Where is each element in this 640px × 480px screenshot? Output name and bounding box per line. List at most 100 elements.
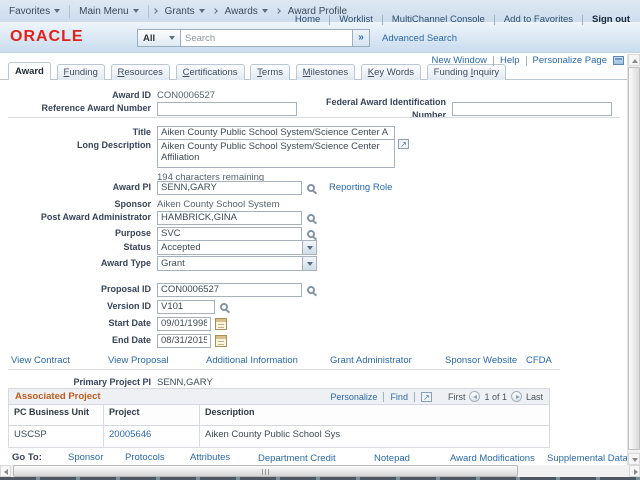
scroll-right-icon[interactable] (629, 465, 640, 477)
goto-notepad-link[interactable]: Notepad (374, 453, 410, 464)
search-scope-dropdown[interactable]: All (137, 29, 181, 47)
first-label[interactable]: First (448, 392, 466, 402)
award-pi-lookup-icon[interactable] (307, 183, 315, 192)
cfda-link[interactable]: CFDA (526, 355, 552, 366)
goto-department-credit-link[interactable]: Department Credit (258, 453, 336, 464)
personalize-link[interactable]: Personalize (330, 392, 377, 402)
scroll-left-icon[interactable] (0, 465, 11, 477)
vertical-scrollbar[interactable] (627, 54, 640, 465)
end-date-label: End Date (111, 335, 151, 345)
reference-award-number-field[interactable] (157, 101, 297, 116)
goto-supplemental-data-link[interactable]: Supplemental Data (547, 453, 628, 464)
horizontal-scrollbar[interactable] (0, 465, 640, 477)
main-menu[interactable]: Main Menu (70, 0, 147, 22)
version-id-row: Version ID (0, 299, 228, 314)
expand-popup-icon[interactable]: ↗ (398, 139, 409, 149)
version-id-field[interactable] (157, 299, 215, 314)
divider (582, 14, 583, 25)
purpose-field[interactable] (157, 226, 302, 241)
section-divider (8, 369, 560, 370)
award-type-row: Award Type Grant (0, 256, 317, 271)
new-window-link[interactable]: New Window (432, 55, 487, 66)
breadcrumb-arrow-icon (151, 8, 158, 14)
title-field[interactable] (157, 125, 395, 140)
home-link[interactable]: Home (295, 14, 320, 25)
tab-certifications[interactable]: Certifications (175, 64, 245, 80)
goto-attributes-link[interactable]: Attributes (190, 452, 230, 463)
tab-resources[interactable]: Resources (110, 64, 170, 80)
grant-administrator-link[interactable]: Grant Administrator (330, 355, 412, 366)
view-contract-link[interactable]: View Contract (11, 355, 70, 366)
post-award-administrator-row: Post Award Administrator (0, 210, 315, 225)
previous-row-icon[interactable] (469, 391, 481, 402)
start-date-field[interactable] (157, 316, 211, 331)
long-description-field[interactable]: Aiken County Public School System/Scienc… (157, 139, 395, 168)
search-go-icon[interactable]: » (353, 29, 370, 47)
reference-federal-row: Reference Award Number Federal Award Ide… (0, 97, 612, 120)
version-id-lookup-icon[interactable] (220, 302, 228, 311)
proposal-id-field[interactable] (157, 282, 302, 297)
tab-key-words[interactable]: Key Words (360, 64, 422, 80)
find-link[interactable]: Find (390, 392, 408, 402)
goto-protocols-link[interactable]: Protocols (125, 452, 165, 463)
next-row-icon[interactable] (510, 391, 522, 402)
scroll-up-icon[interactable] (628, 54, 640, 66)
multichannel-console-link[interactable]: MultiChannel Console (392, 14, 485, 25)
search-input[interactable] (181, 29, 353, 47)
award-id-value: CON0006527 (157, 90, 216, 101)
tab-award[interactable]: Award (8, 62, 51, 80)
post-award-administrator-label: Post Award Administrator (40, 212, 151, 222)
purpose-lookup-icon[interactable] (307, 229, 315, 238)
divider (147, 4, 149, 18)
award-type-dropdown[interactable]: Grant (157, 256, 317, 271)
end-date-field[interactable] (157, 333, 211, 348)
reporting-role-link[interactable]: Reporting Role (329, 182, 392, 193)
chevron-down-icon (132, 9, 139, 13)
tab-milestones[interactable]: Milestones (295, 64, 356, 80)
view-proposal-link[interactable]: View Proposal (108, 355, 169, 366)
vertical-scroll-thumb[interactable] (628, 67, 640, 450)
proposal-id-row: Proposal ID (0, 282, 315, 297)
personalize-layout-icon[interactable] (613, 56, 624, 65)
tab-terms[interactable]: Terms (250, 64, 291, 80)
grid-title-bar: Associated Project Personalize Find ↗ Fi… (8, 388, 550, 405)
last-label[interactable]: Last (526, 392, 543, 402)
help-link[interactable]: Help (500, 55, 520, 66)
horizontal-scroll-thumb[interactable] (13, 465, 518, 477)
add-to-favorites-link[interactable]: Add to Favorites (504, 14, 573, 25)
goto-award-modifications-link[interactable]: Award Modifications (450, 453, 535, 464)
start-date-calendar-icon[interactable] (215, 317, 227, 330)
federal-award-id-field[interactable] (452, 101, 612, 116)
scroll-down-icon[interactable] (628, 453, 640, 465)
worklist-link[interactable]: Worklist (339, 14, 373, 25)
zoom-grid-icon[interactable]: ↗ (420, 391, 432, 402)
post-award-administrator-field[interactable] (157, 210, 302, 225)
favorites-menu[interactable]: Favorites (0, 0, 69, 22)
favorites-label: Favorites (9, 5, 51, 17)
personalize-page-link[interactable]: Personalize Page (533, 55, 607, 66)
breadcrumb-awards[interactable]: Awards (221, 0, 272, 22)
search-scope-value: All (143, 32, 156, 44)
goto-sponsor-link[interactable]: Sponsor (68, 452, 103, 463)
additional-information-link[interactable]: Additional Information (206, 355, 298, 366)
oracle-logo: ORACLE (10, 28, 84, 45)
advanced-search-link[interactable]: Advanced Search (382, 33, 457, 44)
purpose-label: Purpose (114, 228, 151, 238)
project-link[interactable]: 20005646 (109, 429, 151, 440)
reference-award-number-label: Reference Award Number (41, 103, 151, 113)
divider (493, 14, 495, 25)
post-award-administrator-lookup-icon[interactable] (307, 213, 315, 222)
divider (383, 391, 385, 402)
page-bar: New Window Help Personalize Page (432, 55, 624, 66)
sign-out-link[interactable]: Sign out (592, 14, 630, 25)
tab-funding-inquiry[interactable]: Funding Inquiry (426, 64, 507, 80)
tab-funding[interactable]: Funding (56, 64, 105, 80)
sponsor-website-link[interactable]: Sponsor Website (445, 355, 517, 366)
end-date-calendar-icon[interactable] (215, 334, 227, 347)
col-project: Project (103, 404, 200, 426)
award-type-label: Award Type (100, 258, 151, 268)
breadcrumb-grants[interactable]: Grants (161, 0, 209, 22)
proposal-id-lookup-icon[interactable] (307, 285, 315, 294)
award-pi-field[interactable] (157, 180, 302, 195)
status-dropdown[interactable]: Accepted (157, 240, 317, 255)
